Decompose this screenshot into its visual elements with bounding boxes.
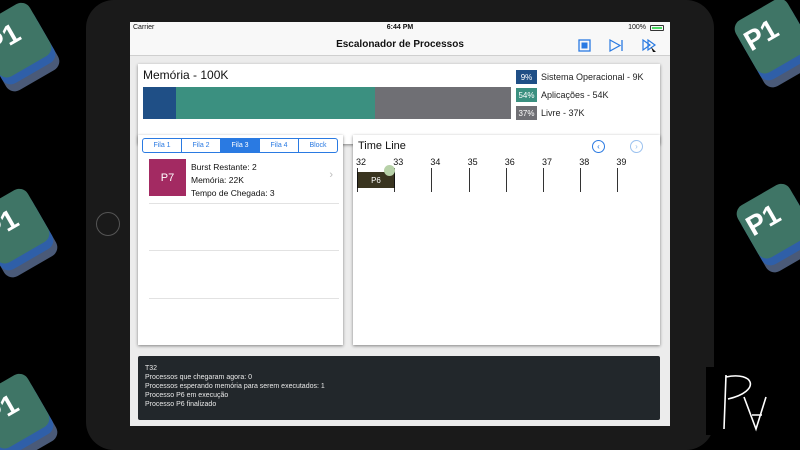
- clock: 6:44 PM: [386, 24, 414, 31]
- arrival-time: Tempo de Chegada: 3: [191, 188, 275, 198]
- timeline-tick: [505, 168, 507, 192]
- home-button[interactable]: [96, 212, 120, 236]
- log-line: T32: [145, 365, 158, 372]
- memory-card: Memória - 100K 9% Sistema Operacional - 9…: [138, 64, 660, 144]
- process-memory: Memória: 22K: [191, 175, 244, 185]
- p1-tile-icon: P1: [0, 0, 63, 95]
- battery-icon: [650, 25, 664, 31]
- list-separator: [149, 203, 339, 204]
- chevron-right-icon: ›: [635, 142, 638, 151]
- p1-tile-icon: P1: [0, 370, 61, 450]
- stop-icon: [577, 38, 591, 52]
- timeline-tick: [431, 168, 433, 192]
- timeline-tick-label: 38: [579, 157, 590, 167]
- app-screen: Carrier 6:44 PM 100% Escalonador de Proc…: [130, 22, 670, 426]
- status-bar: Carrier 6:44 PM 100%: [130, 22, 670, 34]
- app-stage: P1 P1 P1 P1 P1 Carrier 6:44 PM 100% Esca…: [0, 0, 800, 450]
- battery-percent: 100%: [628, 24, 646, 31]
- memory-bar: [143, 87, 511, 119]
- log-line: Processos que chegaram agora: 0: [145, 374, 253, 381]
- legend-percent-badge: 9%: [516, 70, 537, 84]
- timeline-tick: [617, 168, 619, 192]
- timeline-tick: [468, 168, 470, 192]
- tab-fila-3[interactable]: Fila 3: [221, 139, 260, 152]
- timeline-prev-button[interactable]: ‹: [592, 140, 605, 153]
- timeline-tick-label: 32: [356, 157, 367, 167]
- play-step-icon: [608, 38, 623, 52]
- timeline-card: Time Line ‹ › 32 33 34 35 36 37 38 39 P6: [353, 135, 660, 345]
- timeline-current-marker: [384, 165, 395, 176]
- timeline-tick: [580, 168, 582, 192]
- memory-title: Memória - 100K: [143, 68, 229, 82]
- timeline-next-button[interactable]: ›: [630, 140, 643, 153]
- process-avatar: P7: [149, 159, 186, 196]
- memory-legend: 9% Sistema Operacional - 9K 54% Aplicações …: [516, 68, 644, 122]
- legend-percent-badge: 37%: [516, 106, 537, 120]
- legend-percent-badge: 54%: [516, 88, 537, 102]
- timeline-tick: [543, 168, 544, 192]
- timeline-tick-label: 35: [467, 157, 478, 167]
- memory-segment: [374, 87, 511, 119]
- run-button[interactable]: [641, 37, 657, 53]
- legend-row: 37% Livre - 37K: [516, 104, 644, 122]
- list-separator: [149, 298, 339, 299]
- p1-tile-icon: P1: [733, 180, 800, 276]
- stop-button[interactable]: [576, 37, 592, 53]
- p1-tile-icon: P1: [0, 185, 61, 281]
- log-line: Processo P6 em execução: [145, 392, 229, 399]
- timeline-tick-label: 39: [616, 157, 627, 167]
- chevron-left-icon: ‹: [597, 142, 600, 151]
- tab-fila-2[interactable]: Fila 2: [182, 139, 221, 152]
- log-console: T32 Processos que chegaram agora: 0 Proces…: [138, 356, 660, 420]
- timeline-title: Time Line: [358, 140, 406, 152]
- tab-fila-4[interactable]: Fila 4: [260, 139, 299, 152]
- pa-logo: [706, 367, 776, 435]
- chevron-right-icon: ›: [329, 169, 333, 181]
- queue-card: Fila 1 Fila 2 Fila 3 Fila 4 Block P7 Burst R…: [138, 135, 343, 345]
- tab-block[interactable]: Block: [299, 139, 337, 152]
- memory-segment: [176, 87, 375, 119]
- log-line: Processos esperando memória para serem e…: [145, 383, 325, 390]
- memory-segment: [143, 87, 177, 119]
- navigation-bar: Escalonador de Processos: [130, 34, 670, 56]
- timeline-process-label: P6: [371, 175, 381, 185]
- list-separator: [149, 250, 339, 251]
- timeline-tick-label: 37: [542, 157, 553, 167]
- timeline-tick-label: 36: [504, 157, 515, 167]
- legend-row: 54% Aplicações - 54K: [516, 86, 644, 104]
- queue-tabs[interactable]: Fila 1 Fila 2 Fila 3 Fila 4 Block: [142, 138, 338, 153]
- log-line: Processo P6 finalizado: [145, 401, 217, 408]
- timeline-tick-label: 33: [393, 157, 404, 167]
- fast-forward-icon: [641, 38, 656, 52]
- process-cell[interactable]: P7 Burst Restante: 2 Memória: 22K Tempo …: [149, 159, 339, 201]
- legend-label: Aplicações - 54K: [541, 90, 609, 100]
- tab-fila-1[interactable]: Fila 1: [143, 139, 182, 152]
- p1-tile-icon: P1: [731, 0, 800, 91]
- step-button[interactable]: [608, 37, 624, 53]
- burst-remaining: Burst Restante: 2: [191, 162, 257, 172]
- legend-row: 9% Sistema Operacional - 9K: [516, 68, 644, 86]
- legend-label: Sistema Operacional - 9K: [541, 72, 644, 82]
- timeline-tick-label: 34: [430, 157, 441, 167]
- legend-label: Livre - 37K: [541, 108, 585, 118]
